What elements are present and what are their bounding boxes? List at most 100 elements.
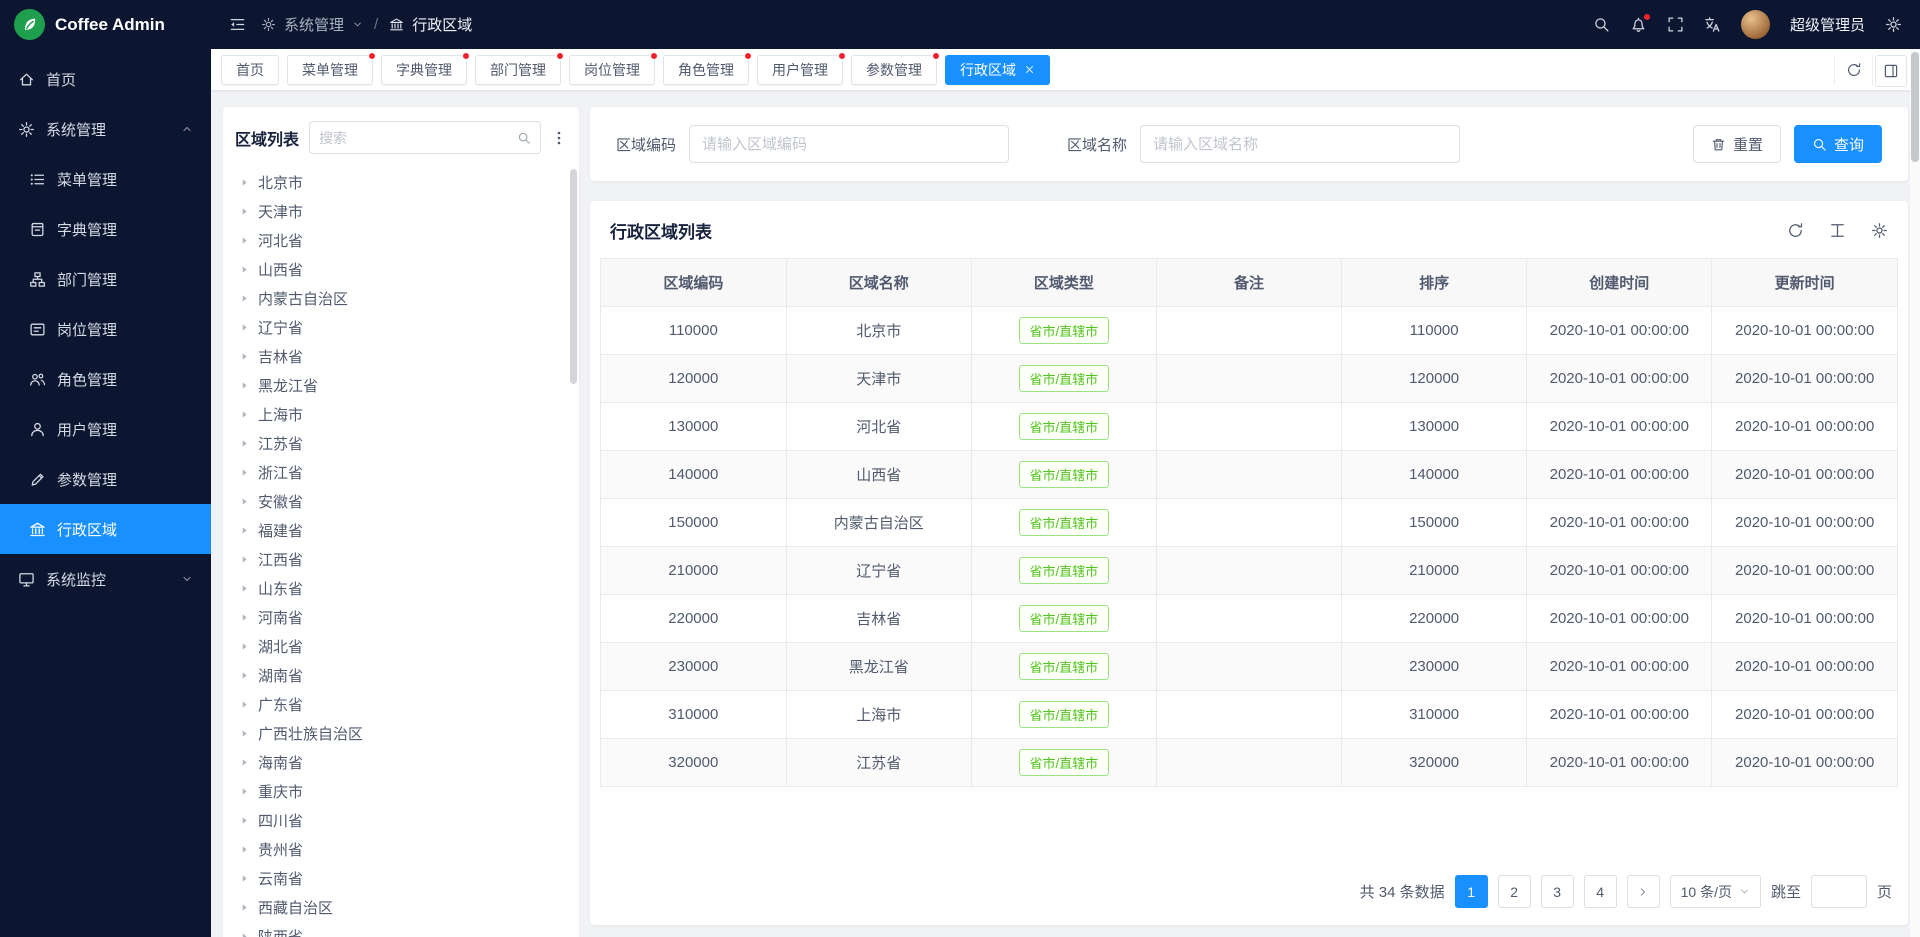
caret-right-icon[interactable] (239, 757, 250, 768)
caret-right-icon[interactable] (239, 438, 250, 449)
search-icon[interactable] (517, 131, 531, 145)
tree-item-4[interactable]: 内蒙古自治区 (223, 284, 579, 313)
window-scrollbar[interactable] (1910, 49, 1920, 937)
page-button-1[interactable]: 1 (1455, 875, 1488, 908)
tab-7[interactable]: 参数管理 (851, 55, 937, 85)
settings-gear-icon[interactable] (1885, 16, 1902, 33)
tree-item-2[interactable]: 河北省 (223, 226, 579, 255)
close-icon[interactable] (1024, 64, 1035, 75)
app-logo[interactable]: Coffee Admin (0, 0, 211, 49)
caret-right-icon[interactable] (239, 612, 250, 623)
search-button[interactable]: 查询 (1794, 125, 1882, 163)
tree-item-9[interactable]: 江苏省 (223, 429, 579, 458)
avatar[interactable] (1741, 10, 1770, 39)
translate-icon[interactable] (1704, 16, 1721, 33)
tree-item-23[interactable]: 贵州省 (223, 835, 579, 864)
tree-item-10[interactable]: 浙江省 (223, 458, 579, 487)
tree-item-7[interactable]: 黑龙江省 (223, 371, 579, 400)
scrollbar-thumb[interactable] (1911, 52, 1919, 162)
page-button-3[interactable]: 3 (1541, 875, 1574, 908)
refresh-icon[interactable] (1787, 222, 1804, 239)
tab-3[interactable]: 部门管理 (475, 55, 561, 85)
tree-item-13[interactable]: 江西省 (223, 545, 579, 574)
tab-4[interactable]: 岗位管理 (569, 55, 655, 85)
caret-right-icon[interactable] (239, 380, 250, 391)
tree-item-5[interactable]: 辽宁省 (223, 313, 579, 342)
caret-right-icon[interactable] (239, 844, 250, 855)
caret-right-icon[interactable] (239, 322, 250, 333)
tree-item-15[interactable]: 河南省 (223, 603, 579, 632)
sidebar-item-8[interactable]: 参数管理 (0, 454, 211, 504)
caret-right-icon[interactable] (239, 206, 250, 217)
tab-2[interactable]: 字典管理 (381, 55, 467, 85)
caret-right-icon[interactable] (239, 351, 250, 362)
sidebar-item-9[interactable]: 行政区域 (0, 504, 211, 554)
breadcrumb-parent[interactable]: 系统管理 (284, 14, 344, 35)
chevron-down-icon[interactable] (352, 19, 363, 30)
search-icon[interactable] (1593, 16, 1610, 33)
sidebar-item-6[interactable]: 角色管理 (0, 354, 211, 404)
tab-5[interactable]: 角色管理 (663, 55, 749, 85)
column-width-icon[interactable] (1829, 222, 1846, 239)
caret-right-icon[interactable] (239, 931, 250, 937)
sidebar-item-1[interactable]: 系统管理 (0, 104, 211, 154)
fullscreen-icon[interactable] (1667, 16, 1684, 33)
caret-right-icon[interactable] (239, 409, 250, 420)
sidebar-item-5[interactable]: 岗位管理 (0, 304, 211, 354)
tree-item-8[interactable]: 上海市 (223, 400, 579, 429)
sidebar-item-2[interactable]: 菜单管理 (0, 154, 211, 204)
caret-right-icon[interactable] (239, 177, 250, 188)
tab-1[interactable]: 菜单管理 (287, 55, 373, 85)
caret-right-icon[interactable] (239, 873, 250, 884)
user-name[interactable]: 超级管理员 (1790, 14, 1865, 35)
reset-button[interactable]: 重置 (1693, 125, 1781, 163)
tree-item-3[interactable]: 山西省 (223, 255, 579, 284)
tree-item-17[interactable]: 湖南省 (223, 661, 579, 690)
tab-8[interactable]: 行政区域 (945, 55, 1050, 85)
tree-item-25[interactable]: 西藏自治区 (223, 893, 579, 922)
more-options-icon[interactable] (551, 130, 567, 146)
caret-right-icon[interactable] (239, 293, 250, 304)
jump-page-input[interactable] (1811, 875, 1867, 908)
tree-item-1[interactable]: 天津市 (223, 197, 579, 226)
tree-item-16[interactable]: 湖北省 (223, 632, 579, 661)
sidebar-item-10[interactable]: 系统监控 (0, 554, 211, 604)
caret-right-icon[interactable] (239, 815, 250, 826)
next-page-button[interactable] (1627, 875, 1660, 908)
name-input[interactable] (1140, 125, 1460, 163)
tree-item-20[interactable]: 海南省 (223, 748, 579, 777)
tree-item-6[interactable]: 吉林省 (223, 342, 579, 371)
caret-right-icon[interactable] (239, 786, 250, 797)
caret-right-icon[interactable] (239, 235, 250, 246)
tree-item-21[interactable]: 重庆市 (223, 777, 579, 806)
sidebar-item-3[interactable]: 字典管理 (0, 204, 211, 254)
tree-search-input[interactable] (319, 130, 511, 146)
caret-right-icon[interactable] (239, 641, 250, 652)
caret-right-icon[interactable] (239, 496, 250, 507)
caret-right-icon[interactable] (239, 670, 250, 681)
tree-item-24[interactable]: 云南省 (223, 864, 579, 893)
page-button-4[interactable]: 4 (1584, 875, 1617, 908)
tree-item-14[interactable]: 山东省 (223, 574, 579, 603)
refresh-tab-button[interactable] (1834, 55, 1872, 85)
caret-right-icon[interactable] (239, 902, 250, 913)
tree-item-18[interactable]: 广东省 (223, 690, 579, 719)
caret-right-icon[interactable] (239, 525, 250, 536)
tree-item-19[interactable]: 广西壮族自治区 (223, 719, 579, 748)
code-input[interactable] (689, 125, 1009, 163)
caret-right-icon[interactable] (239, 699, 250, 710)
tree-item-0[interactable]: 北京市 (223, 168, 579, 197)
tree-item-22[interactable]: 四川省 (223, 806, 579, 835)
sidebar-item-7[interactable]: 用户管理 (0, 404, 211, 454)
tree-item-26[interactable]: 陕西省 (223, 922, 579, 937)
page-button-2[interactable]: 2 (1498, 875, 1531, 908)
table-settings-gear-icon[interactable] (1871, 222, 1888, 239)
page-size-select[interactable]: 10 条/页 (1670, 875, 1761, 908)
caret-right-icon[interactable] (239, 554, 250, 565)
tree-scrollbar[interactable] (570, 169, 577, 384)
caret-right-icon[interactable] (239, 264, 250, 275)
tree-item-11[interactable]: 安徽省 (223, 487, 579, 516)
panel-toggle-button[interactable] (1875, 55, 1907, 87)
sidebar-item-0[interactable]: 首页 (0, 54, 211, 104)
tab-6[interactable]: 用户管理 (757, 55, 843, 85)
